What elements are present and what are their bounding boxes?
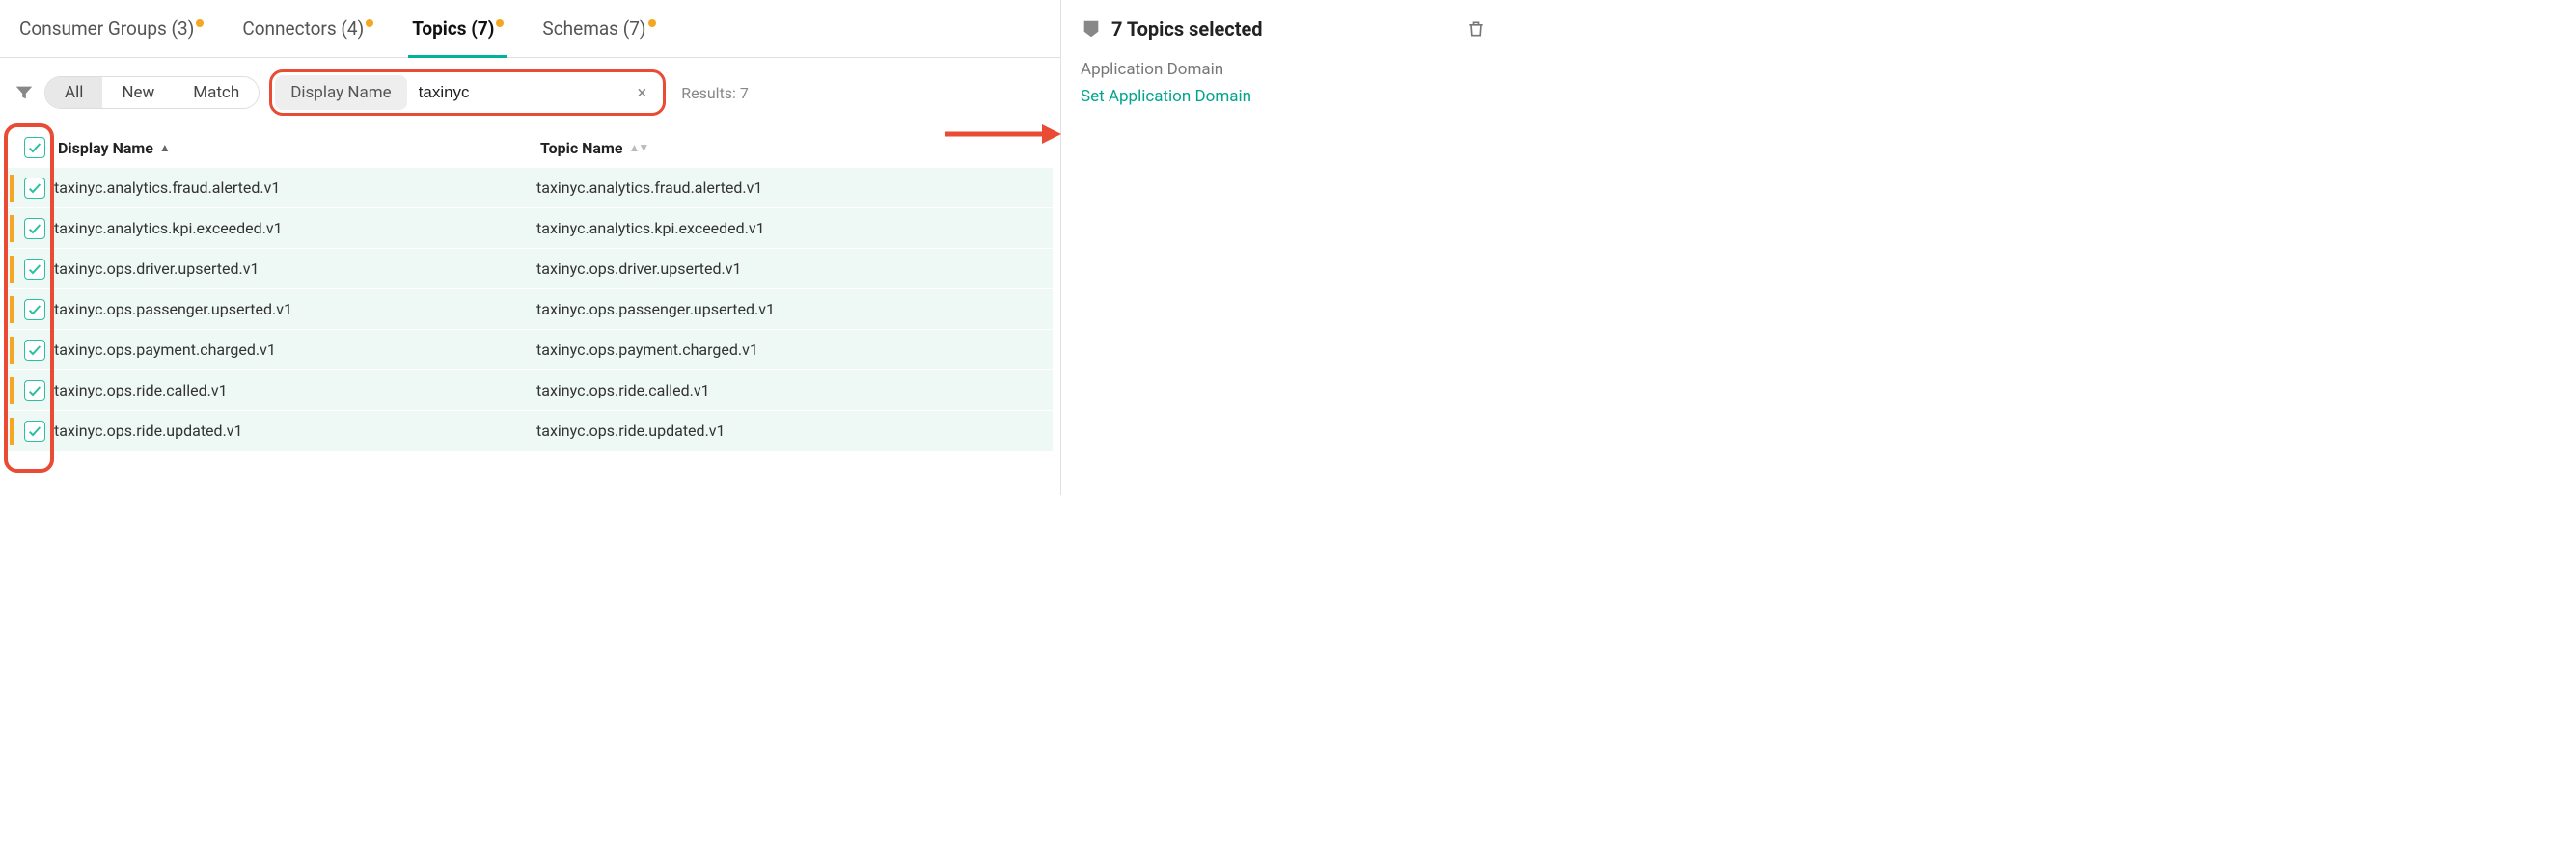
cell-topic-name: taxinyc.ops.driver.upserted.v1 xyxy=(536,260,1053,278)
filter-pill-match[interactable]: Match xyxy=(174,77,259,108)
status-dot-icon xyxy=(648,19,656,27)
main-panel: Consumer Groups (3) Connectors (4) Topics … xyxy=(0,0,1061,495)
row-status-stripe xyxy=(10,175,14,202)
cell-topic-name: taxinyc.ops.passenger.upserted.v1 xyxy=(536,300,1053,318)
cell-topic-name: taxinyc.ops.payment.charged.v1 xyxy=(536,341,1053,359)
set-application-domain-link[interactable]: Set Application Domain xyxy=(1081,87,1486,106)
application-domain-label: Application Domain xyxy=(1081,60,1486,79)
tab-3[interactable]: Schemas (7) xyxy=(538,8,659,57)
row-checkbox[interactable] xyxy=(24,259,45,280)
filter-row: AllNewMatch Display Name × Results: 7 xyxy=(0,58,1060,127)
cell-display-name: taxinyc.ops.driver.upserted.v1 xyxy=(54,260,536,278)
search-group-highlight: Display Name × xyxy=(269,69,666,116)
sort-both-icon: ▲▼ xyxy=(629,141,648,154)
column-topic-name-label: Topic Name xyxy=(540,139,623,157)
table-header: Display Name ▲ Topic Name ▲▼ xyxy=(8,127,1053,168)
row-checkbox-cell xyxy=(8,218,54,239)
column-display-name[interactable]: Display Name ▲ xyxy=(58,139,540,157)
row-checkbox[interactable] xyxy=(24,299,45,320)
row-status-stripe xyxy=(10,296,14,323)
table-row[interactable]: taxinyc.analytics.kpi.exceeded.v1taxinyc… xyxy=(8,208,1053,249)
row-checkbox[interactable] xyxy=(24,421,45,442)
table-row[interactable]: taxinyc.analytics.fraud.alerted.v1taxiny… xyxy=(8,168,1053,208)
clear-search-icon[interactable]: × xyxy=(632,83,653,103)
cell-topic-name: taxinyc.analytics.kpi.exceeded.v1 xyxy=(536,219,1053,237)
side-panel-title-wrap: 7 Topics selected xyxy=(1081,17,1263,41)
cell-display-name: taxinyc.ops.ride.updated.v1 xyxy=(54,422,536,440)
search-input-wrap: × xyxy=(407,75,661,110)
results-count: Results: 7 xyxy=(681,84,749,102)
column-topic-name[interactable]: Topic Name ▲▼ xyxy=(540,139,1049,157)
trash-icon[interactable] xyxy=(1466,18,1486,40)
table-row[interactable]: taxinyc.ops.payment.charged.v1taxinyc.op… xyxy=(8,330,1053,370)
side-panel-title: 7 Topics selected xyxy=(1111,17,1263,41)
table-row[interactable]: taxinyc.ops.driver.upserted.v1taxinyc.op… xyxy=(8,249,1053,289)
tag-icon xyxy=(1081,18,1102,40)
header-checkbox-cell xyxy=(12,137,58,158)
cell-display-name: taxinyc.ops.ride.called.v1 xyxy=(54,381,536,399)
row-status-stripe xyxy=(10,377,14,404)
status-dot-icon xyxy=(196,19,204,27)
filter-pill-new[interactable]: New xyxy=(102,77,174,108)
row-status-stripe xyxy=(10,256,14,283)
tab-label: Connectors (4) xyxy=(242,17,364,40)
row-checkbox-cell xyxy=(8,178,54,199)
tab-label: Consumer Groups (3) xyxy=(19,17,194,40)
cell-display-name: taxinyc.ops.payment.charged.v1 xyxy=(54,341,536,359)
tab-bar: Consumer Groups (3) Connectors (4) Topics … xyxy=(0,0,1060,58)
cell-display-name: taxinyc.analytics.kpi.exceeded.v1 xyxy=(54,219,536,237)
side-panel-header: 7 Topics selected xyxy=(1081,10,1486,60)
row-checkbox-cell xyxy=(8,380,54,401)
select-all-checkbox[interactable] xyxy=(24,137,45,158)
table-row[interactable]: taxinyc.ops.ride.called.v1taxinyc.ops.ri… xyxy=(8,370,1053,411)
tab-label: Schemas (7) xyxy=(542,17,645,40)
filter-icon[interactable] xyxy=(14,82,35,103)
cell-topic-name: taxinyc.ops.ride.updated.v1 xyxy=(536,422,1053,440)
tab-1[interactable]: Connectors (4) xyxy=(238,8,377,57)
row-checkbox-cell xyxy=(8,340,54,361)
pill-group: AllNewMatch xyxy=(44,76,260,109)
cell-topic-name: taxinyc.ops.ride.called.v1 xyxy=(536,381,1053,399)
tab-0[interactable]: Consumer Groups (3) xyxy=(15,8,207,57)
table-body: taxinyc.analytics.fraud.alerted.v1taxiny… xyxy=(8,168,1053,451)
side-panel: 7 Topics selected Application Domain Set… xyxy=(1061,0,1505,495)
status-dot-icon xyxy=(496,19,504,27)
filter-pill-all[interactable]: All xyxy=(45,77,102,108)
table-row[interactable]: taxinyc.ops.passenger.upserted.v1taxinyc… xyxy=(8,289,1053,330)
cell-display-name: taxinyc.analytics.fraud.alerted.v1 xyxy=(54,178,536,197)
status-dot-icon xyxy=(366,19,373,27)
row-checkbox[interactable] xyxy=(24,340,45,361)
row-status-stripe xyxy=(10,337,14,364)
row-checkbox-cell xyxy=(8,421,54,442)
row-checkbox-cell xyxy=(8,299,54,320)
row-status-stripe xyxy=(10,215,14,242)
search-input[interactable] xyxy=(419,75,632,110)
sort-asc-icon: ▲ xyxy=(159,141,171,154)
row-checkbox[interactable] xyxy=(24,380,45,401)
row-checkbox[interactable] xyxy=(24,218,45,239)
row-checkbox-cell xyxy=(8,259,54,280)
row-status-stripe xyxy=(10,418,14,445)
cell-display-name: taxinyc.ops.passenger.upserted.v1 xyxy=(54,300,536,318)
row-checkbox[interactable] xyxy=(24,178,45,199)
topics-table: Display Name ▲ Topic Name ▲▼ taxinyc.ana… xyxy=(0,127,1060,495)
tab-2[interactable]: Topics (7) xyxy=(408,8,507,58)
column-display-name-label: Display Name xyxy=(58,139,153,157)
search-field-label[interactable]: Display Name xyxy=(275,75,406,110)
table-row[interactable]: taxinyc.ops.ride.updated.v1taxinyc.ops.r… xyxy=(8,411,1053,451)
tab-label: Topics (7) xyxy=(412,17,494,40)
cell-topic-name: taxinyc.analytics.fraud.alerted.v1 xyxy=(536,178,1053,197)
